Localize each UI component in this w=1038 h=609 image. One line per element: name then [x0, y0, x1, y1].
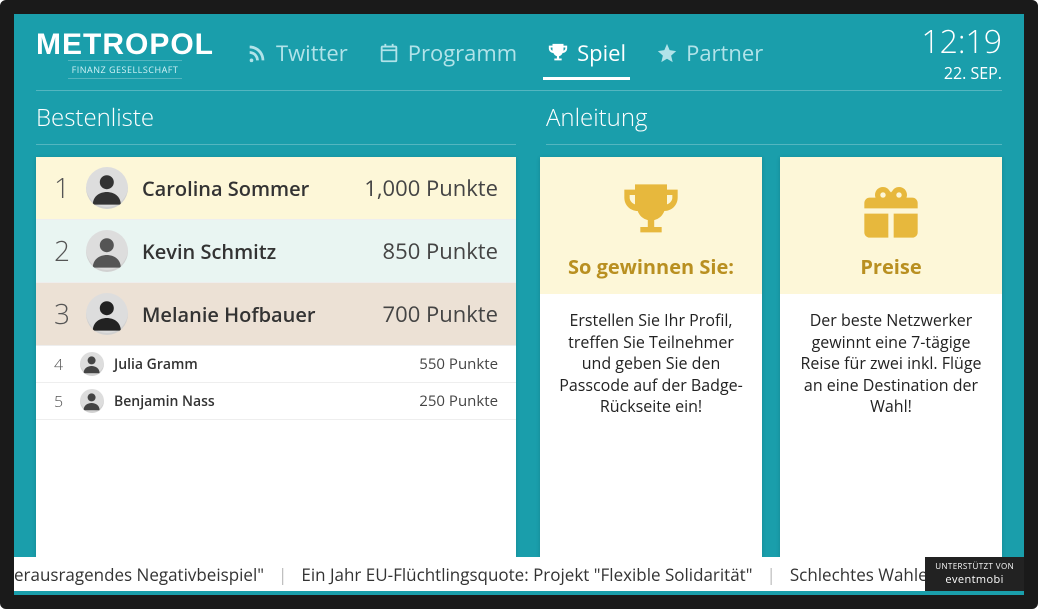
- player-name: Melanie Hofbauer: [142, 301, 316, 328]
- header-bar: METROPOL FINANZ GESELLSCHAFT Twitter Pro…: [14, 14, 1024, 90]
- rank-number: 1: [54, 169, 82, 207]
- player-points: 850 Punkte: [383, 236, 498, 266]
- tab-label: Partner: [686, 38, 763, 68]
- sponsor-badge: UNTERSTÜTZT VON eventmobi: [925, 557, 1024, 591]
- rank-number: 4: [54, 353, 76, 375]
- tab-partner[interactable]: Partner: [652, 24, 767, 86]
- tab-twitter[interactable]: Twitter: [242, 24, 352, 86]
- avatar: [86, 293, 128, 335]
- brand-subtitle: FINANZ GESELLSCHAFT: [68, 60, 183, 79]
- leaderboard: 1 Carolina Sommer 1,000 Punkte 2 Kevin S…: [36, 157, 516, 557]
- card-header: Preise: [780, 157, 1002, 294]
- section-titles: Bestenliste Anleitung: [14, 91, 1024, 149]
- avatar: [80, 389, 104, 413]
- ticker-item: Schlechtes Wahlerg: [790, 563, 944, 586]
- card-title: Preise: [860, 253, 921, 280]
- howto-card: So gewinnen Sie: Erstellen Sie Ihr Profi…: [540, 157, 762, 557]
- news-ticker: erausragendes Negativbeispiel" | Ein Jah…: [14, 557, 1024, 591]
- trophy-icon: [547, 42, 569, 64]
- leaderboard-row: 3 Melanie Hofbauer 700 Punkte: [36, 283, 516, 346]
- app-screen: METROPOL FINANZ GESELLSCHAFT Twitter Pro…: [14, 14, 1024, 595]
- tab-programm[interactable]: Programm: [374, 24, 521, 86]
- ticker-item: Ein Jahr EU-Flüchtlingsquote: Projekt "F…: [301, 563, 752, 586]
- player-points: 550 Punkte: [419, 354, 498, 374]
- leaderboard-row: 4 Julia Gramm 550 Punkte: [36, 346, 516, 383]
- player-name: Benjamin Nass: [114, 392, 215, 411]
- card-header: So gewinnen Sie:: [540, 157, 762, 294]
- rank-number: 3: [54, 295, 82, 333]
- player-points: 250 Punkte: [419, 391, 498, 411]
- player-points: 700 Punkte: [383, 299, 498, 329]
- guide-title: Anleitung: [546, 101, 1002, 145]
- leaderboard-row: 2 Kevin Schmitz 850 Punkte: [36, 220, 516, 283]
- brand-logo: METROPOL FINANZ GESELLSCHAFT: [36, 31, 214, 79]
- star-icon: [656, 42, 678, 64]
- brand-name: METROPOL: [36, 31, 214, 58]
- player-name: Julia Gramm: [114, 355, 198, 374]
- ticker-separator: |: [767, 563, 776, 586]
- device-frame: METROPOL FINANZ GESELLSCHAFT Twitter Pro…: [0, 0, 1038, 609]
- clock-time: 12:19: [921, 26, 1002, 58]
- card-body: Erstellen Sie Ihr Profil, treffen Sie Te…: [540, 294, 762, 434]
- clock: 12:19 22. SEP.: [921, 26, 1002, 84]
- tab-label: Programm: [408, 38, 517, 68]
- leaderboard-row: 5 Benjamin Nass 250 Punkte: [36, 383, 516, 420]
- rank-number: 2: [54, 232, 82, 270]
- avatar: [86, 167, 128, 209]
- ticker-separator: |: [278, 563, 287, 586]
- leaderboard-title: Bestenliste: [36, 101, 516, 145]
- avatar: [86, 230, 128, 272]
- main-content: 1 Carolina Sommer 1,000 Punkte 2 Kevin S…: [14, 149, 1024, 557]
- card-body: Der beste Netzwerker gewinnt eine 7-tägi…: [780, 294, 1002, 434]
- tab-label: Spiel: [577, 38, 626, 68]
- sponsor-brand: eventmobi: [945, 572, 1003, 587]
- leaderboard-row: 1 Carolina Sommer 1,000 Punkte: [36, 157, 516, 220]
- tab-label: Twitter: [276, 38, 348, 68]
- sponsor-label: UNTERSTÜTZT VON: [935, 561, 1014, 572]
- trophy-icon: [619, 179, 683, 243]
- ticker-area: erausragendes Negativbeispiel" | Ein Jah…: [14, 557, 1024, 595]
- avatar: [80, 352, 104, 376]
- calendar-icon: [378, 42, 400, 64]
- card-title: So gewinnen Sie:: [568, 253, 734, 280]
- rank-number: 5: [54, 390, 76, 412]
- ticker-item: erausragendes Negativbeispiel": [14, 563, 264, 586]
- guide-cards: So gewinnen Sie: Erstellen Sie Ihr Profi…: [540, 157, 1002, 557]
- player-name: Carolina Sommer: [142, 175, 309, 202]
- nav-tabs: Twitter Programm Spiel Partner: [242, 24, 767, 86]
- player-name: Kevin Schmitz: [142, 238, 276, 265]
- player-points: 1,000 Punkte: [364, 173, 498, 203]
- rss-icon: [246, 42, 268, 64]
- clock-date: 22. SEP.: [921, 62, 1002, 84]
- gift-icon: [859, 179, 923, 243]
- tab-spiel[interactable]: Spiel: [543, 24, 630, 86]
- prizes-card: Preise Der beste Netzwerker gewinnt eine…: [780, 157, 1002, 557]
